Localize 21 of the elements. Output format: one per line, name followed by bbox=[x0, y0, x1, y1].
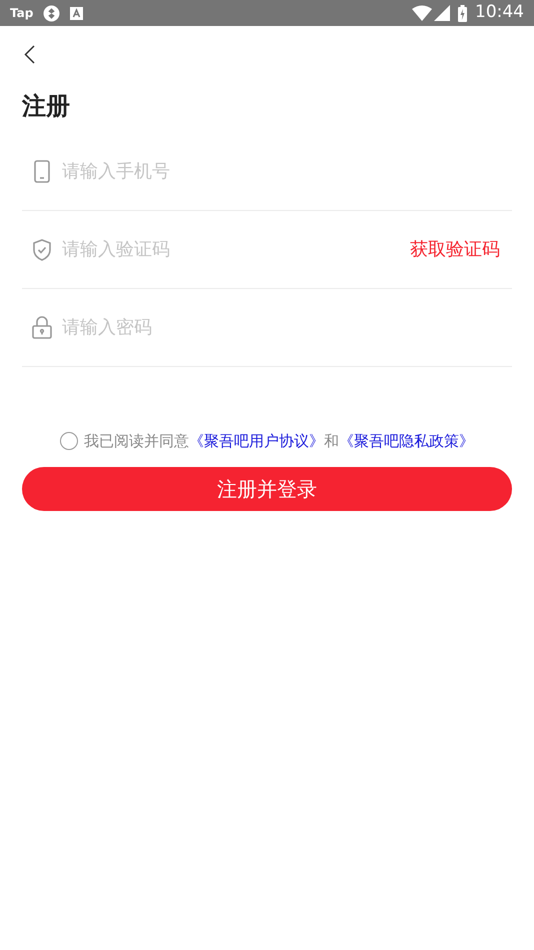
lock-icon bbox=[32, 316, 52, 339]
user-agreement-link[interactable]: 《聚吾吧用户协议》 bbox=[189, 430, 324, 452]
joiner-text: 和 bbox=[324, 431, 339, 452]
page-title: 注册 bbox=[22, 91, 71, 122]
text-a-icon bbox=[70, 6, 84, 20]
input-field[interactable]: 请输入手机号 bbox=[62, 158, 500, 185]
input-field[interactable]: 请输入验证码 bbox=[62, 236, 410, 263]
back-icon bbox=[24, 44, 35, 64]
input-field[interactable]: 请输入密码 bbox=[62, 314, 500, 341]
clock-time: 10:44 bbox=[475, 1, 524, 24]
agreement-checkbox[interactable] bbox=[60, 432, 78, 450]
get-code-button[interactable]: 获取验证码 bbox=[410, 236, 500, 263]
wifi-icon bbox=[412, 5, 432, 21]
battery-icon bbox=[458, 4, 467, 22]
phone-icon bbox=[34, 160, 50, 183]
app-label: Tap bbox=[10, 5, 34, 22]
shield-check-icon bbox=[33, 238, 51, 260]
agreement-text: 我已阅读并同意 bbox=[84, 431, 189, 452]
privacy-policy-link[interactable]: 《聚吾吧隐私政策》 bbox=[339, 430, 474, 452]
register-login-button[interactable]: 注册并登录 bbox=[22, 466, 512, 510]
signal-icon bbox=[434, 5, 450, 21]
